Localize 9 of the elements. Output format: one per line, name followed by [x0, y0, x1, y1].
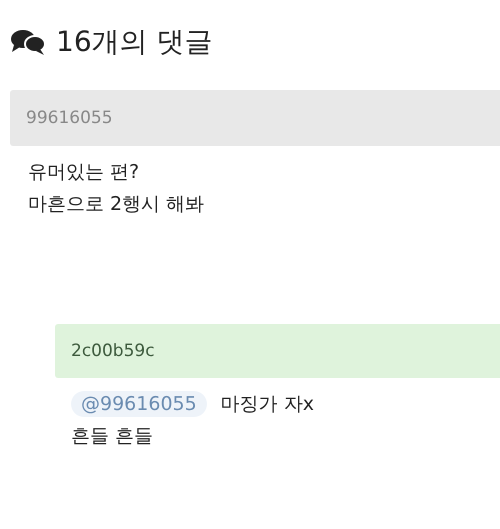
author-id: 99616055	[26, 108, 113, 128]
comment-text: 마징가 자x	[220, 392, 314, 417]
chat-bubbles-icon	[10, 29, 46, 55]
comment-text: 마흔으로 2행시 해봐	[28, 192, 204, 217]
mention-tag[interactable]: @99616055	[71, 391, 207, 417]
comment-text: 흔들 흔들	[71, 424, 154, 449]
comments-heading: 16개의 댓글	[56, 24, 213, 60]
author-id: 2c00b59c	[71, 341, 155, 361]
comment-text: 유머있는 편?	[28, 160, 140, 185]
